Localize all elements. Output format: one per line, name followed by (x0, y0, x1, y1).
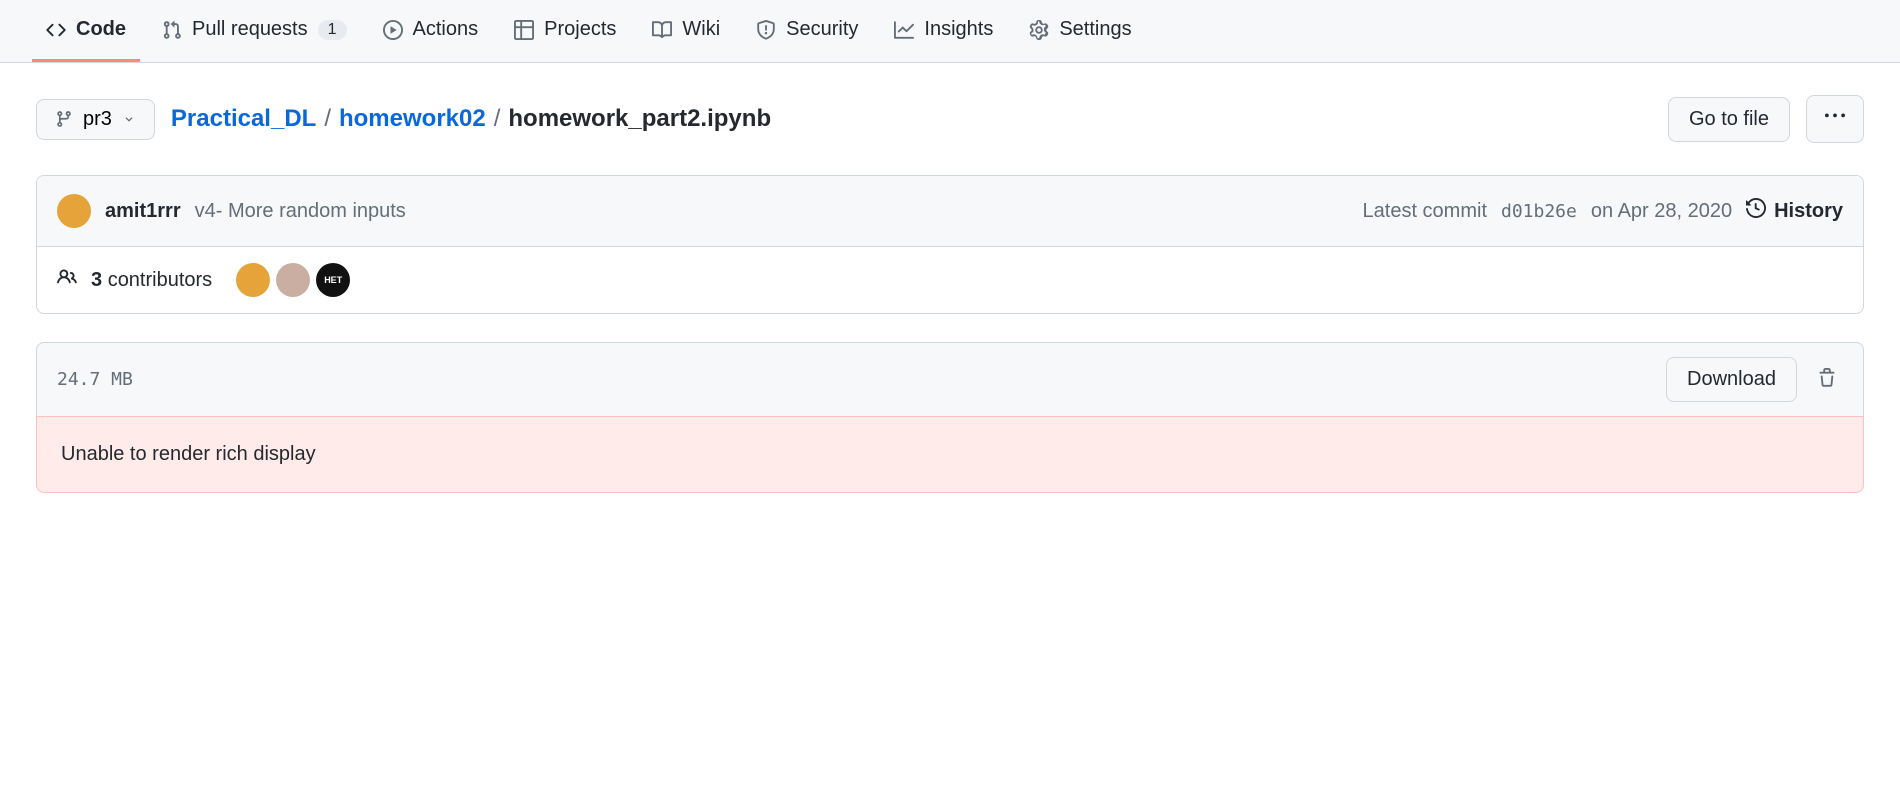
code-icon (46, 20, 66, 40)
history-icon (1746, 198, 1766, 224)
latest-commit-label: Latest commit (1363, 200, 1487, 223)
repo-nav: Code Pull requests 1 Actions Projects Wi… (0, 0, 1900, 63)
git-branch-icon (55, 110, 73, 128)
tab-label: Insights (924, 18, 993, 41)
main-container: pr3 Practical_DL / homework02 / homework… (0, 63, 1900, 525)
go-to-file-button[interactable]: Go to file (1668, 97, 1790, 142)
breadcrumb-current-file: homework_part2.ipynb (508, 105, 771, 133)
delete-button[interactable] (1811, 362, 1843, 397)
pr-count-badge: 1 (318, 20, 347, 40)
tab-settings[interactable]: Settings (1015, 0, 1145, 62)
breadcrumb-separator: / (490, 105, 505, 133)
tab-label: Actions (413, 18, 479, 41)
tab-label: Code (76, 18, 126, 41)
avatar-stack: HET (236, 263, 350, 297)
tab-pull-requests[interactable]: Pull requests 1 (148, 0, 361, 62)
tab-label: Wiki (682, 18, 720, 41)
download-button[interactable]: Download (1666, 357, 1797, 402)
kebab-horizontal-icon (1825, 106, 1845, 132)
commit-author-link[interactable]: amit1rrr (105, 200, 181, 223)
book-icon (652, 20, 672, 40)
tab-wiki[interactable]: Wiki (638, 0, 734, 62)
commit-info-box: amit1rrr v4- More random inputs Latest c… (36, 175, 1864, 314)
tab-code[interactable]: Code (32, 0, 140, 62)
play-icon (383, 20, 403, 40)
tab-label: Settings (1059, 18, 1131, 41)
breadcrumb-separator: / (320, 105, 335, 133)
breadcrumb: Practical_DL / homework02 / homework_par… (171, 105, 1652, 133)
shield-icon (756, 20, 776, 40)
tab-insights[interactable]: Insights (880, 0, 1007, 62)
chevron-down-icon (122, 112, 136, 126)
breadcrumb-repo-link[interactable]: Practical_DL (171, 105, 316, 133)
nav-list: Code Pull requests 1 Actions Projects Wi… (32, 0, 1868, 62)
branch-switcher-button[interactable]: pr3 (36, 99, 155, 140)
render-error-flash: Unable to render rich display (36, 416, 1864, 493)
contributors-count[interactable]: 3 contributors (91, 269, 212, 292)
git-pull-request-icon (162, 20, 182, 40)
avatar[interactable] (276, 263, 310, 297)
avatar[interactable] (57, 194, 91, 228)
trash-icon (1817, 368, 1837, 391)
file-toolbar: 24.7 MB Download (36, 342, 1864, 416)
tab-label: Security (786, 18, 858, 41)
gear-icon (1029, 20, 1049, 40)
people-icon (57, 267, 77, 293)
commit-date: on Apr 28, 2020 (1591, 200, 1732, 223)
contributors-row: 3 contributors HET (37, 247, 1863, 313)
tab-projects[interactable]: Projects (500, 0, 630, 62)
tab-actions[interactable]: Actions (369, 0, 493, 62)
file-size: 24.7 MB (57, 369, 133, 390)
avatar[interactable]: HET (316, 263, 350, 297)
file-view-box: 24.7 MB Download Unable to render rich d… (36, 342, 1864, 493)
breadcrumb-folder-link[interactable]: homework02 (339, 105, 486, 133)
tab-security[interactable]: Security (742, 0, 872, 62)
tab-label: Pull requests (192, 18, 308, 41)
history-label: History (1774, 200, 1843, 223)
graph-icon (894, 20, 914, 40)
avatar[interactable] (236, 263, 270, 297)
branch-name: pr3 (83, 108, 112, 131)
commit-header: amit1rrr v4- More random inputs Latest c… (37, 176, 1863, 247)
commit-message-link[interactable]: v4- More random inputs (195, 200, 406, 223)
file-header: pr3 Practical_DL / homework02 / homework… (36, 95, 1864, 143)
tab-label: Projects (544, 18, 616, 41)
more-options-button[interactable] (1806, 95, 1864, 143)
table-icon (514, 20, 534, 40)
history-link[interactable]: History (1746, 198, 1843, 224)
commit-hash-link[interactable]: d01b26e (1501, 201, 1577, 222)
